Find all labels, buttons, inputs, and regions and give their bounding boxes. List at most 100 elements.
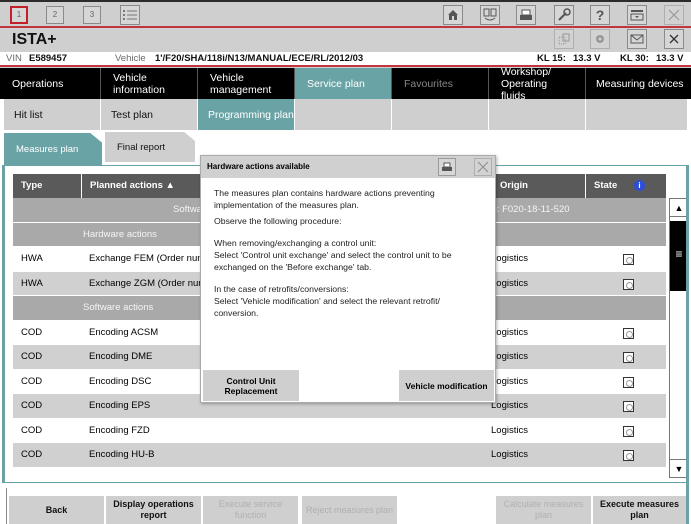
dialog-text-exchange-heading: When removing/exchanging a control unit: bbox=[214, 238, 377, 248]
panel-right-edge bbox=[686, 165, 689, 524]
dialog-title: Hardware actions available bbox=[207, 162, 310, 171]
state-checkbox[interactable] bbox=[623, 327, 634, 339]
hardware-actions-dialog: Hardware actions available The measures … bbox=[200, 155, 496, 403]
column-type[interactable]: Type bbox=[13, 174, 82, 198]
row-type: HWA bbox=[21, 253, 43, 264]
column-origin[interactable]: Origin bbox=[492, 174, 586, 198]
back-button[interactable]: Back bbox=[9, 496, 104, 524]
wrench-icon[interactable] bbox=[554, 5, 574, 25]
column-state-label: State bbox=[594, 180, 618, 191]
nav-measuring-devices[interactable]: Measuring devices bbox=[586, 68, 691, 99]
session-tab-2[interactable]: 2 bbox=[46, 6, 64, 24]
row-origin: Logistics bbox=[491, 326, 528, 338]
close-icon[interactable] bbox=[664, 5, 684, 25]
row-action: Encoding ACSM bbox=[89, 326, 159, 338]
execute-measures-plan-button[interactable]: Execute measures plan bbox=[593, 496, 686, 524]
state-checkbox[interactable] bbox=[623, 376, 634, 388]
nav-vehicle-management[interactable]: Vehicle management bbox=[198, 68, 295, 99]
nav-workshop-operating-fluids[interactable]: Workshop/ Operating fluids bbox=[489, 66, 586, 102]
info-icon[interactable]: i bbox=[634, 180, 645, 191]
dialog-close-icon[interactable] bbox=[474, 158, 492, 176]
dropdown-icon[interactable] bbox=[627, 5, 647, 25]
row-origin: Logistics bbox=[491, 375, 528, 387]
vehicle-modification-button[interactable]: Vehicle modification bbox=[399, 370, 494, 401]
gear-icon[interactable] bbox=[590, 29, 610, 49]
nav-favourites[interactable]: Favourites bbox=[392, 68, 489, 99]
reject-measures-plan-button[interactable]: Reject measures plan bbox=[302, 496, 397, 524]
row-origin: Logistics bbox=[491, 253, 528, 264]
display-operations-report-button[interactable]: Display operations report bbox=[106, 496, 201, 524]
row-type: COD bbox=[21, 351, 43, 362]
control-unit-replacement-button[interactable]: Control Unit Replacement bbox=[203, 370, 299, 401]
kl30-value: 13.3 V bbox=[656, 53, 684, 64]
state-checkbox[interactable] bbox=[623, 450, 634, 461]
transfer-icon[interactable] bbox=[554, 29, 574, 49]
vin-label: VIN bbox=[6, 53, 22, 64]
home-icon[interactable] bbox=[443, 5, 463, 25]
state-checkbox[interactable] bbox=[623, 254, 634, 265]
vehicle-label: Vehicle bbox=[115, 53, 146, 64]
dialog-title-bar: Hardware actions available bbox=[201, 156, 495, 178]
table-row[interactable]: COD Encoding FZD Logistics bbox=[13, 418, 666, 443]
dialog-print-icon[interactable] bbox=[438, 158, 456, 176]
subnav-hit-list[interactable]: Hit list bbox=[4, 99, 101, 130]
row-origin: Logistics bbox=[491, 351, 528, 362]
row-origin: Logistics bbox=[491, 400, 528, 411]
state-checkbox[interactable] bbox=[623, 352, 634, 363]
top-toolbar: 1 2 3 ? bbox=[0, 0, 691, 28]
row-type: COD bbox=[21, 449, 43, 460]
group-label: Hardware actions bbox=[83, 228, 157, 240]
vin-value: E589457 bbox=[29, 53, 68, 64]
vehicle-value: 1'/F20/SHA/118i/N13/MANUAL/ECE/RL/2012/0… bbox=[155, 53, 364, 64]
nav-operations[interactable]: Operations bbox=[0, 68, 101, 99]
row-action: Encoding EPS bbox=[89, 400, 151, 411]
title-bar: ISTA+ bbox=[0, 29, 691, 52]
row-action: Encoding HU-B bbox=[89, 449, 155, 460]
tab-final-report[interactable]: Final report bbox=[105, 132, 195, 162]
subnav-programming-plan[interactable]: Programming plan bbox=[198, 99, 295, 130]
calculate-measures-plan-button[interactable]: Calculate measures plan bbox=[496, 496, 591, 524]
kl30-label: KL 30: bbox=[620, 53, 649, 64]
subnav-test-plan[interactable]: Test plan bbox=[101, 99, 198, 130]
help-icon[interactable]: ? bbox=[590, 5, 610, 25]
state-checkbox[interactable] bbox=[623, 278, 634, 290]
tab-measures-plan[interactable]: Measures plan bbox=[4, 133, 102, 165]
compare-icon[interactable] bbox=[480, 5, 500, 25]
row-origin: Logistics bbox=[491, 277, 528, 289]
column-state[interactable]: State i bbox=[586, 174, 666, 198]
kl15-label: KL 15: bbox=[537, 53, 566, 64]
row-type: HWA bbox=[21, 277, 43, 289]
row-type: COD bbox=[21, 375, 43, 387]
print-icon[interactable] bbox=[516, 5, 536, 25]
dialog-text-intro: The measures plan contains hardware acti… bbox=[214, 188, 435, 210]
subnav-empty-1 bbox=[295, 99, 392, 130]
session-tab-3[interactable]: 3 bbox=[83, 6, 101, 24]
nav-vehicle-information[interactable]: Vehicle information bbox=[101, 68, 198, 99]
subnav-empty-2 bbox=[392, 99, 489, 130]
dialog-text-exchange-instruction: Select 'Control unit exchange' and selec… bbox=[214, 250, 452, 272]
state-checkbox[interactable] bbox=[623, 425, 634, 437]
row-origin: Logistics bbox=[491, 424, 528, 436]
row-type: COD bbox=[21, 424, 43, 436]
group-label: Software actions bbox=[83, 302, 154, 313]
mail-icon[interactable] bbox=[627, 29, 647, 49]
state-checkbox[interactable] bbox=[623, 401, 634, 412]
table-row[interactable]: COD Encoding HU-B Logistics bbox=[13, 443, 666, 468]
row-action: Encoding FZD bbox=[89, 424, 150, 436]
nav-service-plan[interactable]: Service plan bbox=[295, 68, 392, 99]
bottom-action-bar: Back Display operations report Execute s… bbox=[0, 496, 691, 524]
list-icon[interactable] bbox=[120, 5, 140, 25]
main-nav: Operations Vehicle information Vehicle m… bbox=[0, 66, 691, 102]
row-action: Encoding DME bbox=[89, 351, 153, 362]
dialog-body: The measures plan contains hardware acti… bbox=[201, 178, 495, 332]
row-type: COD bbox=[21, 400, 43, 411]
session-tab-1[interactable]: 1 bbox=[10, 6, 28, 24]
dialog-text-retrofit-heading: In the case of retrofits/conversions: bbox=[214, 284, 349, 294]
row-origin: Logistics bbox=[491, 449, 528, 460]
software-target-right: t): F020-18-11-520 bbox=[491, 204, 570, 215]
row-type: COD bbox=[21, 326, 43, 338]
execute-service-function-button[interactable]: Execute service function bbox=[203, 496, 298, 524]
subnav-empty-3 bbox=[489, 99, 586, 130]
close-session-icon[interactable] bbox=[664, 29, 684, 49]
dialog-text-procedure: Observe the following procedure: bbox=[214, 216, 342, 226]
